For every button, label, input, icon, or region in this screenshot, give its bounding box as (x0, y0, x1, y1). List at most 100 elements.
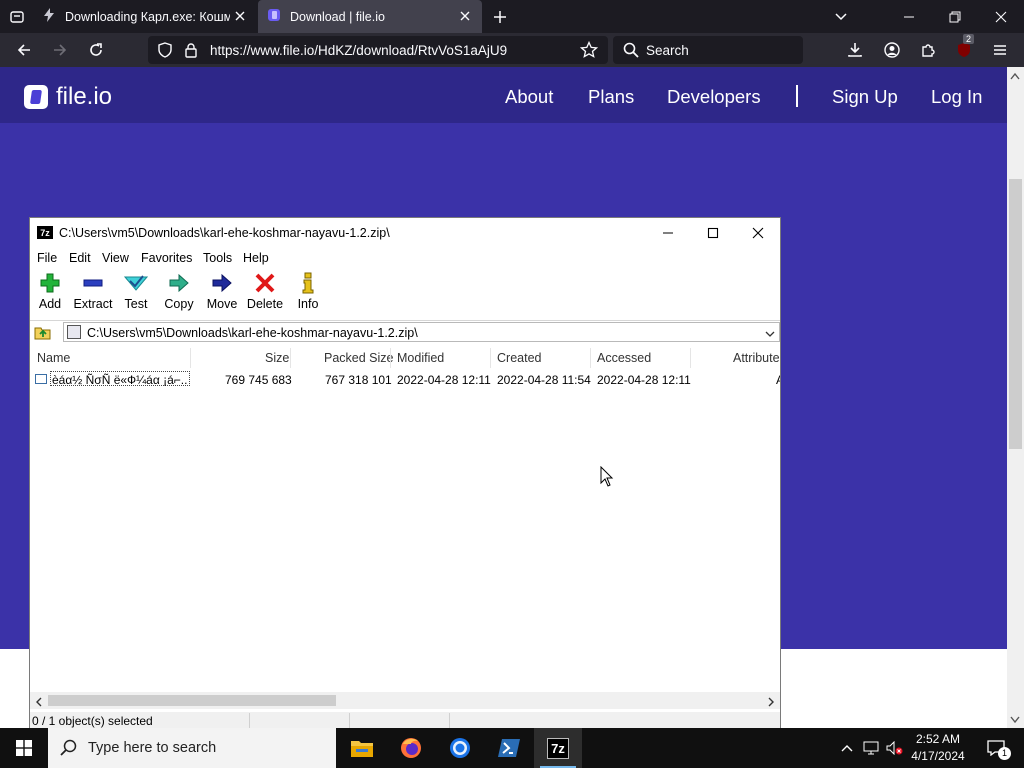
tracking-protection-shield-icon[interactable] (157, 42, 173, 61)
7zip-titlebar[interactable]: 7z C:\Users\vm5\Downloads\karl-ehe-koshm… (30, 218, 780, 248)
column-divider[interactable] (590, 348, 591, 368)
info-button[interactable]: Info (286, 272, 330, 311)
column-divider[interactable] (190, 348, 191, 368)
7zip-taskbar-icon[interactable]: 7z (534, 728, 582, 768)
browser-nav-bar: https://www.file.io/HdKZ/download/RtvVoS… (0, 33, 1024, 67)
extract-minus-icon (81, 272, 105, 294)
menu-file[interactable]: File (37, 251, 57, 265)
show-hidden-icons-chevron-icon[interactable] (836, 728, 858, 768)
column-accessed[interactable]: Accessed (597, 351, 651, 365)
menu-tools[interactable]: Tools (203, 251, 232, 265)
chevron-down-icon[interactable] (765, 327, 775, 341)
restore-icon[interactable] (932, 0, 978, 33)
file-name[interactable]: ѐáα½ ÑσÑ ё«Ф¼áα ¡á⌐... (52, 373, 188, 387)
close-tab-icon[interactable] (458, 9, 472, 23)
copy-button[interactable]: Copy (157, 272, 201, 311)
file-io-logo-icon (24, 85, 48, 109)
nav-login-link[interactable]: Log In (931, 86, 982, 108)
bookmark-star-icon[interactable] (579, 40, 599, 62)
firefox-icon[interactable] (387, 728, 435, 768)
url-text[interactable]: https://www.file.io/HdKZ/download/RtvVoS… (210, 43, 507, 58)
url-bar[interactable]: https://www.file.io/HdKZ/download/RtvVoS… (148, 36, 608, 64)
scroll-down-arrow-icon[interactable] (1010, 713, 1020, 727)
7zip-taskbar-label: 7z (547, 737, 569, 759)
close-window-icon[interactable] (978, 0, 1024, 33)
table-row[interactable]: ѐáα½ ÑσÑ ё«Ф¼áα ¡á⌐... 769 745 683 767 3… (30, 370, 780, 388)
nav-plans-link[interactable]: Plans (588, 86, 634, 108)
tab-title: Downloading Карл.exe: Кошмар (65, 9, 230, 24)
windows-start-icon[interactable] (0, 728, 48, 768)
taskbar-clock[interactable]: 2:52 AM 4/17/2024 (906, 731, 970, 765)
column-attributes[interactable]: Attributes (733, 351, 780, 365)
move-button[interactable]: Move (200, 272, 244, 311)
forward-arrow-icon[interactable] (48, 38, 72, 62)
minimize-icon[interactable] (645, 218, 691, 248)
address-combobox[interactable]: C:\Users\vm5\Downloads\karl-ehe-koshmar-… (63, 322, 780, 342)
column-packed-size[interactable]: Packed Size (324, 351, 393, 365)
copy-label: Copy (164, 297, 194, 311)
folder-up-icon[interactable] (34, 324, 52, 343)
tab-downloading[interactable]: Downloading Карл.exe: Кошмар (33, 0, 257, 33)
search-bar[interactable]: Search (613, 36, 803, 64)
tab-file-io[interactable]: Download | file.io (258, 0, 482, 33)
menu-view[interactable]: View (102, 251, 129, 265)
address-text[interactable]: C:\Users\vm5\Downloads\karl-ehe-koshmar-… (87, 326, 418, 340)
scrollbar-thumb[interactable] (48, 695, 336, 706)
scroll-left-arrow-icon[interactable] (35, 696, 43, 710)
page-scrollbar[interactable] (1007, 67, 1024, 728)
menu-edit[interactable]: Edit (69, 251, 91, 265)
minimize-icon[interactable] (886, 0, 932, 33)
file-explorer-icon[interactable] (338, 728, 386, 768)
add-button[interactable]: Add (30, 272, 72, 311)
maximize-icon[interactable] (690, 218, 736, 248)
info-label: Info (297, 297, 319, 311)
7zip-window-title: C:\Users\vm5\Downloads\karl-ehe-koshmar-… (59, 226, 390, 240)
nav-signup-link[interactable]: Sign Up (832, 86, 898, 108)
status-divider (449, 713, 450, 729)
status-divider (349, 713, 350, 729)
scroll-up-arrow-icon[interactable] (1010, 69, 1020, 83)
delete-button[interactable]: Delete (243, 272, 287, 311)
menu-favorites[interactable]: Favorites (141, 251, 192, 265)
column-divider[interactable] (290, 348, 291, 368)
notification-center-icon[interactable]: 1 (978, 728, 1014, 768)
extract-button[interactable]: Extract (71, 272, 115, 311)
chrome-icon[interactable] (436, 728, 484, 768)
column-modified[interactable]: Modified (397, 351, 444, 365)
taskbar-search-box[interactable]: Type here to search (48, 728, 336, 768)
tab-overflow-chevron-icon[interactable] (818, 0, 864, 33)
list-all-tabs-icon[interactable] (0, 0, 33, 33)
new-tab-icon[interactable] (489, 6, 511, 28)
test-button[interactable]: Test (114, 272, 158, 311)
horizontal-scrollbar[interactable] (30, 692, 780, 709)
column-divider[interactable] (690, 348, 691, 368)
hamburger-menu-icon[interactable] (988, 38, 1012, 62)
powershell-icon[interactable] (485, 728, 533, 768)
lock-icon[interactable] (183, 42, 199, 61)
extensions-puzzle-icon[interactable] (916, 38, 940, 62)
column-size[interactable]: Size (265, 351, 289, 365)
nav-about-link[interactable]: About (505, 86, 553, 108)
7zip-window: 7z C:\Users\vm5\Downloads\karl-ehe-koshm… (29, 217, 781, 731)
reload-icon[interactable] (84, 38, 108, 62)
back-arrow-icon[interactable] (12, 38, 36, 62)
close-tab-icon[interactable] (233, 9, 247, 23)
clock-time: 2:52 AM (915, 732, 961, 746)
column-divider[interactable] (490, 348, 491, 368)
ublock-extension-icon[interactable]: 2 (952, 34, 976, 62)
scroll-right-arrow-icon[interactable] (767, 696, 775, 710)
file-list-header: Name Size Packed Size Modified Created A… (30, 348, 780, 368)
downloads-icon[interactable] (843, 38, 867, 62)
column-created[interactable]: Created (497, 351, 541, 365)
account-icon[interactable] (880, 38, 904, 62)
menu-help[interactable]: Help (243, 251, 269, 265)
network-icon[interactable] (860, 728, 882, 768)
scrollbar-thumb[interactable] (1009, 179, 1022, 449)
column-name[interactable]: Name (37, 351, 70, 365)
volume-muted-icon[interactable] (884, 728, 906, 768)
column-divider[interactable] (390, 348, 391, 368)
site-logo[interactable]: file.io (24, 83, 112, 111)
close-window-icon[interactable] (735, 218, 780, 248)
nav-developers-link[interactable]: Developers (667, 86, 761, 108)
move-label: Move (206, 297, 238, 311)
